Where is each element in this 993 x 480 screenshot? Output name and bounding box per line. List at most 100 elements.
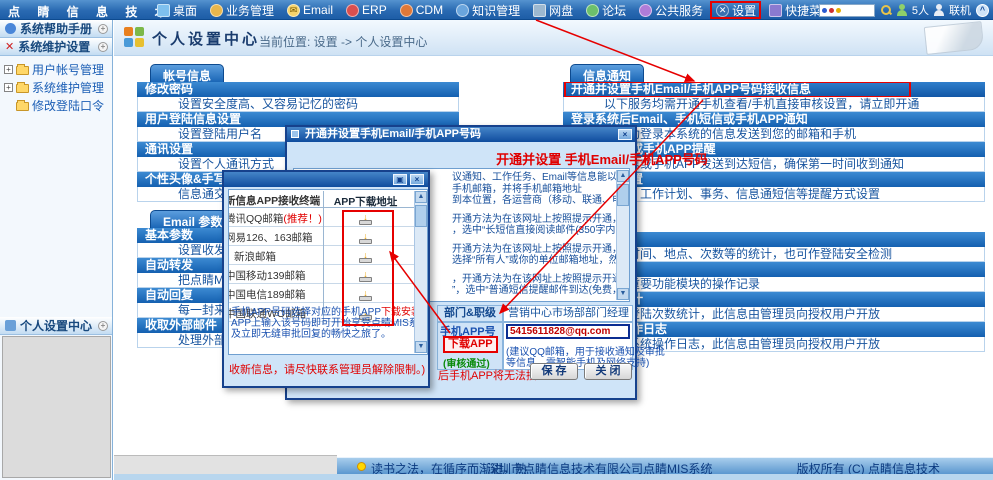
search-brand-dot-red — [829, 8, 834, 13]
app-terminal-list-box: 新信息APP接收终端 APP下载地址 腾讯QQ邮箱(推荐！) ↓ 网易126、1… — [228, 189, 428, 355]
menu-item-knowledge[interactable]: 知识管理 — [454, 0, 522, 20]
notify-header-phone-app[interactable]: 开通并设置手机Email/手机APP号码接收信息 — [563, 82, 985, 97]
page-header: 个人设置中心 当前位置: 设置 -> 个人设置中心 — [114, 20, 993, 56]
page-title: 个人设置中心 — [152, 28, 260, 49]
download-icon[interactable]: ↓ — [359, 290, 372, 301]
page-title-icon — [124, 27, 144, 47]
sidebar-tree: + 用户帐号管理 + 系统维护管理 修改登陆口令 — [0, 56, 112, 114]
menu-item-forum[interactable]: 论坛 — [584, 0, 628, 20]
intro-scrollbar[interactable]: ▲ ▼ — [616, 170, 629, 300]
tree-item-system-maintain[interactable]: + 系统维护管理 — [4, 78, 112, 96]
dialog-heading: 开通并设置 手机Email/手机APP号码 — [437, 149, 767, 168]
online-users-icon — [897, 4, 907, 16]
menu-item-email[interactable]: ✉Email — [285, 0, 335, 20]
table-row-189: 中国电信189邮箱 ↓ — [228, 284, 414, 303]
notify-desc[interactable]: 以下服务均需开通手机查看/手机直接审核设置，请立即开通 — [563, 97, 985, 112]
erp-icon — [346, 4, 359, 17]
scroll-thumb[interactable] — [617, 184, 629, 206]
sidebar-panel-help[interactable]: 系统帮助手册 + — [0, 20, 112, 38]
menu-item-erp[interactable]: ERP — [344, 0, 389, 20]
top-navigation-bar: 点 睛 信 息 技 术 桌面 业务管理 ✉Email ERP CDM 知识管理 … — [0, 0, 993, 20]
help-icon — [5, 23, 16, 34]
table-row-sina: 新浪邮箱 ↓ — [228, 246, 414, 265]
scroll-down-icon[interactable]: ▼ — [617, 288, 629, 300]
folder-icon — [16, 84, 29, 93]
search-input[interactable] — [819, 4, 875, 17]
online-users-count[interactable]: 5人 — [912, 2, 929, 18]
download-icon[interactable]: ↓ — [359, 233, 372, 244]
col-terminal: 新信息APP接收终端 — [228, 193, 322, 208]
menu-item-settings[interactable]: ✕设置 — [714, 0, 758, 20]
netdisk-icon — [533, 4, 546, 17]
close-button[interactable]: 关 闭 — [584, 363, 632, 380]
download-icon[interactable]: ↓ — [359, 214, 372, 225]
sidebar-panel-maintain[interactable]: ✕ 系统维护设置 + — [0, 38, 112, 56]
table-row-139: 中国移动139邮箱 ↓ — [228, 265, 414, 284]
collapse-topbar-icon[interactable]: ^ — [976, 4, 989, 17]
page-curl-decoration — [924, 21, 985, 55]
email-icon: ✉ — [287, 4, 300, 17]
table-row-163: 网易126、163邮箱 ↓ — [228, 227, 414, 246]
online-status-icon — [934, 4, 944, 16]
download-icon[interactable]: ↓ — [359, 271, 372, 282]
scroll-down-icon[interactable]: ▼ — [415, 341, 427, 353]
tree-item-change-password[interactable]: 修改登陆口令 — [4, 96, 112, 114]
close-icon[interactable]: × — [410, 174, 424, 185]
tree-expand-icon[interactable]: + — [4, 83, 13, 92]
dialog-icon — [291, 130, 299, 138]
business-icon — [210, 4, 223, 17]
brand-logo: 点 睛 信 息 技 术 — [8, 3, 174, 20]
dialog-titlebar[interactable]: 开通并设置手机Email/手机APP号码 × — [287, 127, 635, 142]
section-desc[interactable]: 设置安全度高、又容易记忆的密码 — [137, 97, 459, 112]
desktop-icon — [157, 4, 170, 17]
download-icon[interactable]: ↓ — [359, 252, 372, 263]
panel-expand-icon[interactable]: + — [98, 24, 108, 34]
tab-notify[interactable]: 信息通知 — [570, 64, 644, 82]
menu-item-public-service[interactable]: 公共服务 — [637, 0, 705, 20]
inner-scrollbar[interactable]: ▲ ▼ — [414, 191, 427, 353]
page: 点 睛 信 息 技 术 桌面 业务管理 ✉Email ERP CDM 知识管理 … — [0, 0, 993, 480]
app-download-instructions: 手机APP号码选择对应的手机APP下载安装，然后按 APP上输入该号码即可开始享… — [231, 307, 417, 340]
section-header[interactable]: 修改密码 — [137, 82, 459, 97]
public-service-icon — [639, 4, 652, 17]
scroll-thumb[interactable] — [415, 205, 427, 227]
online-status-label[interactable]: 联机 — [949, 2, 971, 18]
search-icon[interactable] — [880, 4, 892, 16]
menu-item-cdm[interactable]: CDM — [398, 0, 445, 20]
download-app-link[interactable]: 下载APP — [443, 336, 498, 353]
personal-settings-icon — [5, 320, 16, 331]
tip-bulb-icon — [357, 462, 366, 471]
settings-highlight-annotation — [710, 1, 761, 19]
dept-rank-label: 部门&职级 — [437, 305, 503, 322]
restore-window-icon[interactable]: ▣ — [393, 174, 407, 185]
forum-icon — [586, 4, 599, 17]
inner-warning-text: 收新信息，请尽快联系管理员解除限制。) — [229, 361, 425, 377]
tree-spacer — [4, 101, 13, 110]
save-button[interactable]: 保 存 — [530, 363, 578, 380]
tree-expand-icon[interactable]: + — [4, 65, 13, 74]
scroll-up-icon[interactable]: ▲ — [415, 191, 427, 203]
menu-item-desktop[interactable]: 桌面 — [155, 0, 199, 20]
scroll-up-icon[interactable]: ▲ — [617, 170, 629, 182]
warning-text-fragment: 后手机APP将无法接 — [438, 367, 537, 383]
app-number-input[interactable] — [506, 324, 630, 339]
topbar-right-cluster: 5人 联机 ^ — [819, 0, 989, 20]
tab-account-info[interactable]: 帐号信息 — [150, 64, 224, 82]
table-header-row: 新信息APP接收终端 APP下载地址 — [228, 190, 414, 208]
inner-dialog-titlebar[interactable]: ▣ × — [224, 172, 428, 187]
panel-expand-icon[interactable]: + — [98, 321, 108, 331]
table-row-qq: 腾讯QQ邮箱(推荐！) ↓ — [228, 208, 414, 227]
tree-item-user-accounts[interactable]: + 用户帐号管理 — [4, 60, 112, 78]
menu-item-netdisk[interactable]: 网盘 — [531, 0, 575, 20]
sidebar-panel-personal[interactable]: 个人设置中心 + — [0, 317, 112, 335]
tools-icon: ✕ — [5, 40, 14, 53]
dialog-app-download: ▣ × 新信息APP接收终端 APP下载地址 腾讯QQ邮箱(推荐！) ↓ 网易1… — [222, 170, 430, 388]
sidebar: 系统帮助手册 + ✕ 系统维护设置 + + 用户帐号管理 + 系统维护管理 修改… — [0, 20, 113, 480]
panel-expand-icon[interactable]: + — [98, 42, 108, 52]
breadcrumb: 当前位置: 设置 -> 个人设置中心 — [259, 33, 427, 50]
folder-icon — [16, 102, 29, 111]
cdm-icon — [400, 4, 413, 17]
close-icon[interactable]: × — [618, 129, 632, 140]
menu-item-business[interactable]: 业务管理 — [208, 0, 276, 20]
sidebar-empty-panel — [2, 336, 111, 478]
